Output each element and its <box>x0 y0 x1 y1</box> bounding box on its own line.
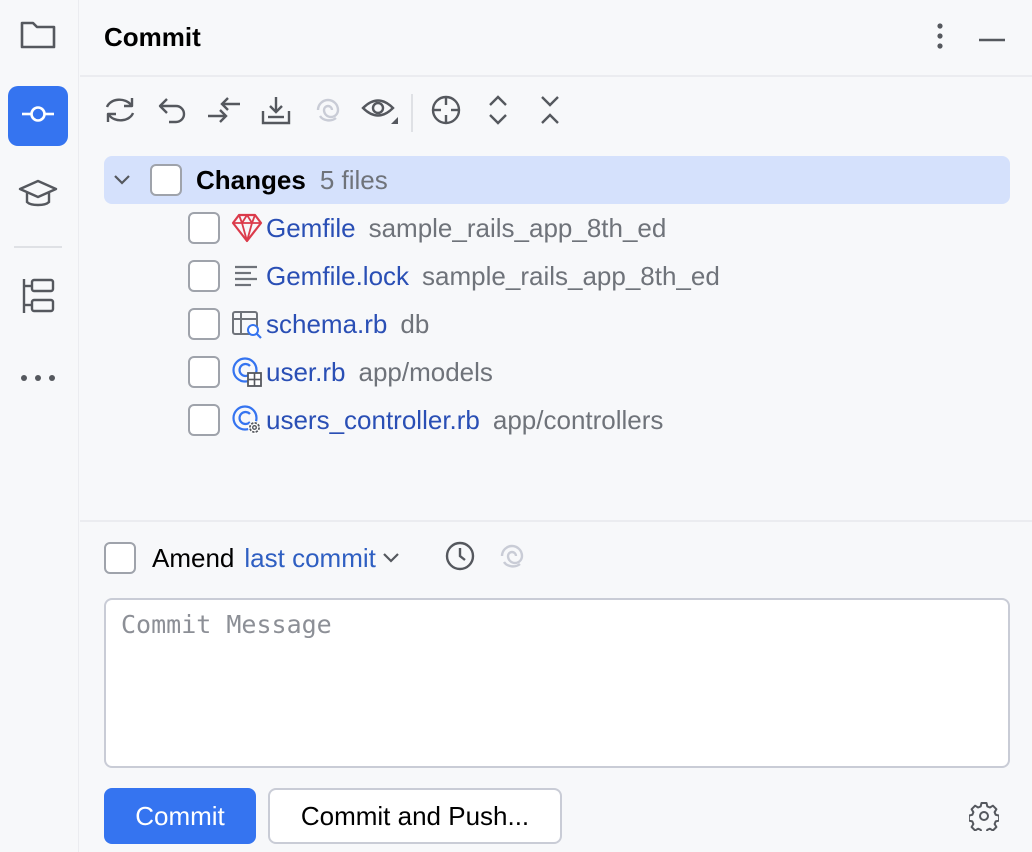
project-tool-button[interactable] <box>8 6 68 66</box>
chevron-down-icon[interactable] <box>106 164 138 196</box>
file-checkbox[interactable] <box>188 404 220 436</box>
rollback-button[interactable] <box>152 92 192 132</box>
expand-all-button[interactable] <box>478 92 518 132</box>
changes-group-label: Changes <box>196 164 306 195</box>
sidebar-divider <box>14 246 62 248</box>
ai-generate-message-button <box>494 540 530 576</box>
file-checkbox[interactable] <box>188 356 220 388</box>
file-name: Gemfile.lock <box>266 260 410 291</box>
commit-message-input[interactable] <box>104 598 1010 768</box>
collapse-all-icon <box>539 94 561 131</box>
file-name: user.rb <box>266 356 346 387</box>
file-path: sample_rails_app_8th_ed <box>368 212 667 243</box>
collapse-all-button[interactable] <box>530 92 570 132</box>
file-path: sample_rails_app_8th_ed <box>422 260 720 291</box>
file-row[interactable]: users_controller.rb app/controllers <box>188 396 663 444</box>
splitter[interactable] <box>80 520 1032 522</box>
file-checkbox[interactable] <box>188 260 220 292</box>
more-horizontal-icon <box>20 369 56 387</box>
commit-options-button[interactable] <box>964 798 1004 838</box>
show-diff-button[interactable] <box>204 92 244 132</box>
ruby-model-icon <box>230 355 264 389</box>
locate-icon <box>430 94 462 131</box>
toolbar-divider <box>411 94 413 132</box>
amend-checkbox[interactable] <box>104 542 136 574</box>
chevron-down-icon[interactable] <box>382 552 400 564</box>
commit-and-push-button[interactable]: Commit and Push... <box>268 788 562 844</box>
eye-icon <box>361 94 399 131</box>
file-path: app/models <box>358 356 493 387</box>
file-path: db <box>400 308 430 339</box>
ruby-gem-icon <box>230 211 264 245</box>
options-menu-button[interactable] <box>922 20 958 56</box>
commit-tool-button[interactable] <box>8 86 68 146</box>
panel-header: Commit <box>80 0 1032 77</box>
tool-window-sidebar <box>0 0 79 852</box>
file-name: schema.rb <box>266 308 388 339</box>
file-checkbox[interactable] <box>188 212 220 244</box>
expand-all-icon <box>487 94 509 131</box>
file-name: Gemfile <box>266 212 356 243</box>
gear-icon <box>967 801 1001 836</box>
commit-panel: Commit Changes 5 files Gemfile sample_ra… <box>80 0 1032 852</box>
ruby-controller-icon <box>230 403 264 437</box>
commit-button[interactable]: Commit <box>104 788 256 844</box>
amend-label[interactable]: Amend <box>152 543 234 574</box>
changes-group-row[interactable]: Changes 5 files <box>104 156 1010 204</box>
locate-button[interactable] <box>426 92 466 132</box>
amend-row: Amend last commit <box>104 538 400 578</box>
refresh-icon <box>103 95 137 130</box>
file-row[interactable]: Gemfile.lock sample_rails_app_8th_ed <box>188 252 720 300</box>
learn-tool-button[interactable] <box>8 166 68 226</box>
commit-icon <box>21 104 55 129</box>
more-tools-button[interactable] <box>8 348 68 408</box>
graduation-cap-icon <box>18 177 58 216</box>
file-checkbox[interactable] <box>188 308 220 340</box>
file-name: users_controller.rb <box>266 404 480 435</box>
structure-icon <box>20 277 56 320</box>
clock-icon <box>444 540 476 577</box>
commit-history-button[interactable] <box>442 540 478 576</box>
folder-icon <box>19 18 57 55</box>
rollback-icon <box>157 96 187 129</box>
database-schema-icon <box>230 307 264 341</box>
minimize-icon <box>978 29 1006 47</box>
ai-spiral-icon <box>498 542 526 575</box>
diff-icon <box>206 94 242 131</box>
amend-target-dropdown[interactable]: last commit <box>244 543 375 574</box>
more-vertical-icon <box>937 22 943 54</box>
ai-spiral-icon <box>314 96 342 129</box>
changes-file-count: 5 files <box>319 164 388 195</box>
refresh-button[interactable] <box>100 92 140 132</box>
file-row[interactable]: user.rb app/models <box>188 348 493 396</box>
view-options-button[interactable] <box>360 92 400 132</box>
structure-tool-button[interactable] <box>8 268 68 328</box>
panel-title: Commit <box>104 22 201 52</box>
changes-group-checkbox[interactable] <box>150 164 182 196</box>
file-path: app/controllers <box>492 404 664 435</box>
shelve-icon <box>260 95 292 130</box>
file-row[interactable]: schema.rb db <box>188 300 429 348</box>
hide-panel-button[interactable] <box>974 20 1010 56</box>
text-file-icon <box>230 259 264 293</box>
ai-assistant-button <box>308 92 348 132</box>
shelve-button[interactable] <box>256 92 296 132</box>
file-row[interactable]: Gemfile sample_rails_app_8th_ed <box>188 204 666 252</box>
